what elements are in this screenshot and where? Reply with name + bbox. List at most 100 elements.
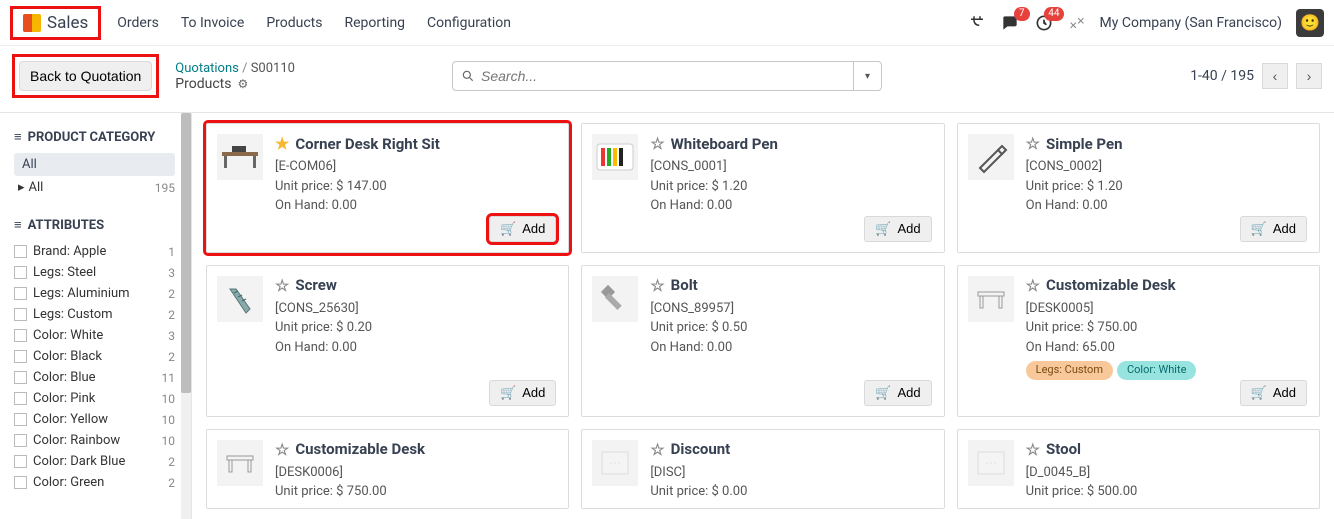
product-thumbnail bbox=[968, 134, 1014, 180]
attribute-row[interactable]: Color: Yellow10 bbox=[14, 409, 191, 430]
category-tree-all[interactable]: ▸All 195 bbox=[14, 176, 191, 199]
list-icon: ≡ bbox=[14, 217, 22, 233]
product-details: [D_0045_B] Unit price: $ 500.00 bbox=[1026, 463, 1307, 502]
nav-products[interactable]: Products bbox=[266, 15, 322, 31]
favorite-star-icon[interactable]: ☆ bbox=[650, 276, 664, 295]
back-to-quotation-button[interactable]: Back to Quotation bbox=[19, 61, 152, 91]
product-name: Screw bbox=[295, 276, 337, 294]
attribute-tag: Color: White bbox=[1117, 361, 1196, 380]
checkbox[interactable] bbox=[14, 287, 27, 300]
breadcrumb-root[interactable]: Quotations bbox=[175, 61, 239, 76]
checkbox[interactable] bbox=[14, 371, 27, 384]
product-card[interactable]: ☆ Simple Pen [CONS_0002] Unit price: $ 1… bbox=[957, 123, 1320, 253]
search-dropdown[interactable]: ▾ bbox=[853, 62, 881, 90]
attribute-row[interactable]: Legs: Aluminium2 bbox=[14, 283, 191, 304]
add-button[interactable]: 🛒Add bbox=[864, 216, 931, 242]
product-card[interactable]: · · · ☆ Stool [D_0045_B] Unit price: $ 5… bbox=[957, 429, 1320, 509]
activity-icon[interactable]: 44 bbox=[1034, 13, 1054, 33]
product-details: [CONS_0002] Unit price: $ 1.20 On Hand: … bbox=[1026, 157, 1307, 216]
product-card[interactable]: ☆ Customizable Desk [DESK0006] Unit pric… bbox=[206, 429, 569, 509]
favorite-star-icon[interactable]: ☆ bbox=[1026, 134, 1040, 153]
favorite-star-icon[interactable]: ☆ bbox=[650, 440, 664, 459]
pager-prev[interactable]: ‹ bbox=[1262, 63, 1288, 89]
top-right: 7 44 My Company (San Francisco) 🙂 bbox=[968, 9, 1324, 37]
messages-icon[interactable]: 7 bbox=[1000, 13, 1020, 33]
checkbox[interactable] bbox=[14, 308, 27, 321]
favorite-star-icon[interactable]: ★ bbox=[275, 134, 289, 153]
favorite-star-icon[interactable]: ☆ bbox=[275, 440, 289, 459]
add-button[interactable]: 🛒Add bbox=[1240, 216, 1307, 242]
product-thumbnail bbox=[592, 276, 638, 322]
search-input[interactable] bbox=[481, 68, 845, 84]
attribute-row[interactable]: Color: White3 bbox=[14, 325, 191, 346]
favorite-star-icon[interactable]: ☆ bbox=[650, 134, 664, 153]
product-name: Bolt bbox=[671, 276, 698, 294]
product-onhand: On Hand: 0.00 bbox=[275, 338, 556, 358]
product-card[interactable]: ☆ Bolt [CONS_89957] Unit price: $ 0.50 O… bbox=[581, 265, 944, 417]
product-thumbnail: · · · bbox=[968, 440, 1014, 486]
attribute-row[interactable]: Legs: Custom2 bbox=[14, 304, 191, 325]
sidebar-scrollbar-thumb[interactable] bbox=[181, 113, 191, 393]
company-name[interactable]: My Company (San Francisco) bbox=[1100, 15, 1282, 31]
product-name: Corner Desk Right Sit bbox=[295, 135, 439, 153]
add-button[interactable]: 🛒Add bbox=[489, 216, 556, 242]
user-avatar[interactable]: 🙂 bbox=[1296, 9, 1324, 37]
favorite-star-icon[interactable]: ☆ bbox=[1026, 276, 1040, 295]
pager-next[interactable]: › bbox=[1296, 63, 1322, 89]
product-details: [DESK0006] Unit price: $ 750.00 bbox=[275, 463, 556, 502]
product-card[interactable]: · · · ☆ Discount [DISC] Unit price: $ 0.… bbox=[581, 429, 944, 509]
nav-configuration[interactable]: Configuration bbox=[427, 15, 511, 31]
product-details: [CONS_25630] Unit price: $ 0.20 On Hand:… bbox=[275, 299, 556, 358]
category-all-pill[interactable]: All bbox=[14, 153, 175, 176]
product-card[interactable]: ☆ Customizable Desk [DESK0005] Unit pric… bbox=[957, 265, 1320, 417]
add-button[interactable]: 🛒Add bbox=[489, 380, 556, 406]
list-icon: ≡ bbox=[14, 129, 22, 145]
checkbox[interactable] bbox=[14, 350, 27, 363]
product-card[interactable]: ☆ Whiteboard Pen [CONS_0001] Unit price:… bbox=[581, 123, 944, 253]
attribute-row[interactable]: Color: Green2 bbox=[14, 472, 191, 493]
gear-icon[interactable]: ⚙ bbox=[237, 77, 248, 91]
attribute-row[interactable]: Color: Pink10 bbox=[14, 388, 191, 409]
product-thumbnail bbox=[217, 276, 263, 322]
sidebar-scrollbar-track bbox=[181, 113, 191, 519]
nav-reporting[interactable]: Reporting bbox=[344, 15, 405, 31]
app-brand[interactable]: Sales bbox=[10, 6, 101, 40]
attribute-row[interactable]: Legs: Steel3 bbox=[14, 262, 191, 283]
checkbox[interactable] bbox=[14, 329, 27, 342]
checkbox[interactable] bbox=[14, 245, 27, 258]
attribute-row[interactable]: Color: Dark Blue2 bbox=[14, 451, 191, 472]
checkbox[interactable] bbox=[14, 476, 27, 489]
product-price: Unit price: $ 1.20 bbox=[1026, 177, 1307, 197]
favorite-star-icon[interactable]: ☆ bbox=[275, 276, 289, 295]
activity-badge: 44 bbox=[1044, 7, 1063, 21]
checkbox[interactable] bbox=[14, 266, 27, 279]
add-button[interactable]: 🛒Add bbox=[864, 380, 931, 406]
messages-badge: 7 bbox=[1014, 7, 1030, 21]
product-sku: [D_0045_B] bbox=[1026, 463, 1307, 483]
product-onhand: On Hand: 0.00 bbox=[275, 196, 556, 216]
nav-orders[interactable]: Orders bbox=[117, 15, 159, 31]
product-sku: [E-COM06] bbox=[275, 157, 556, 177]
attribute-row[interactable]: Brand: Apple1 bbox=[14, 241, 191, 262]
add-button[interactable]: 🛒Add bbox=[1240, 380, 1307, 406]
product-price: Unit price: $ 0.50 bbox=[650, 318, 931, 338]
favorite-star-icon[interactable]: ☆ bbox=[1026, 440, 1040, 459]
checkbox[interactable] bbox=[14, 455, 27, 468]
attribute-row[interactable]: Color: Rainbow10 bbox=[14, 430, 191, 451]
category-header: ≡ PRODUCT CATEGORY bbox=[14, 129, 191, 145]
product-price: Unit price: $ 750.00 bbox=[1026, 318, 1307, 338]
product-thumbnail bbox=[217, 134, 263, 180]
debug-icon[interactable] bbox=[1068, 14, 1086, 32]
checkbox[interactable] bbox=[14, 434, 27, 447]
attribute-row[interactable]: Color: Blue11 bbox=[14, 367, 191, 388]
search-icon bbox=[461, 69, 475, 83]
checkbox[interactable] bbox=[14, 413, 27, 426]
phone-icon[interactable] bbox=[968, 14, 986, 32]
attribute-count: 1 bbox=[168, 245, 175, 259]
product-card[interactable]: ★ Corner Desk Right Sit [E-COM06] Unit p… bbox=[206, 123, 569, 253]
checkbox[interactable] bbox=[14, 392, 27, 405]
product-card[interactable]: ☆ Screw [CONS_25630] Unit price: $ 0.20 … bbox=[206, 265, 569, 417]
breadcrumb-leaf[interactable]: S00110 bbox=[251, 61, 295, 76]
nav-to-invoice[interactable]: To Invoice bbox=[181, 15, 245, 31]
attribute-row[interactable]: Color: Black2 bbox=[14, 346, 191, 367]
